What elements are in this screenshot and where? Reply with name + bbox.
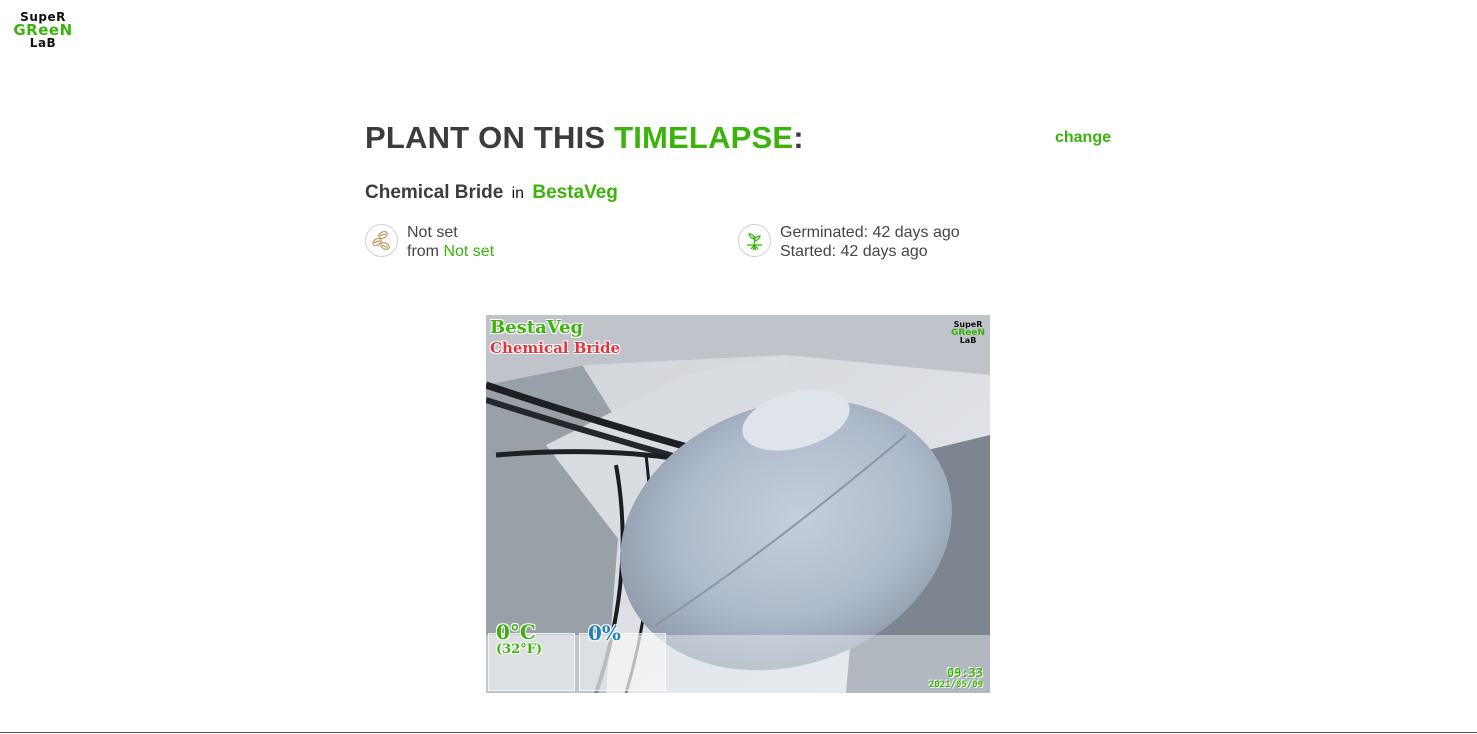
sprout-icon [738, 224, 771, 257]
timelapse-logo-line-3: LaB [959, 336, 977, 345]
title-suffix: : [793, 120, 804, 155]
timestamp-date: 2021/05/09 [928, 680, 983, 690]
timelapse-plant-name: Chemical Bride [490, 339, 621, 357]
seedbank-link[interactable]: Not set [443, 243, 494, 260]
from-label: from [407, 243, 439, 260]
germinated-text: Germinated: 42 days ago [780, 224, 960, 241]
temperature-celsius: 0°C [496, 620, 536, 644]
page-title: PLANT ON THIS TIMELAPSE: [365, 120, 804, 156]
plant-name: Chemical Bride [365, 182, 504, 203]
timestamp-time: 09:33 [946, 666, 983, 680]
title-prefix: PLANT ON THIS [365, 120, 615, 155]
bottom-divider [0, 732, 1477, 733]
timelapse-image[interactable]: BestaVeg Chemical Bride SupeR GReeN LaB … [486, 315, 990, 693]
dates-info: Germinated: 42 days ago Started: 42 days… [738, 223, 1111, 261]
info-row: Not set from Not set Germinated: 42 days… [365, 223, 1111, 261]
temperature-fahrenheit: (32°F) [496, 642, 543, 657]
dates-text: Germinated: 42 days ago Started: 42 days… [780, 223, 960, 261]
strain-text: Not set from Not set [407, 223, 494, 261]
strain-name: Not set [407, 224, 458, 241]
box-link[interactable]: BestaVeg [532, 182, 618, 203]
temperature-readout: 0°C (32°F) [496, 621, 542, 657]
in-label: in [511, 185, 525, 202]
timestamp: 09:33 2021/05/09 [928, 666, 983, 691]
title-highlight: TIMELAPSE [614, 120, 794, 155]
started-text: Started: 42 days ago [780, 243, 928, 260]
title-row: PLANT ON THIS TIMELAPSE: change [365, 118, 1111, 158]
timelapse-box-name: BestaVeg [490, 317, 584, 338]
change-link[interactable]: change [1055, 129, 1111, 147]
timelapse-logo: SupeR GReeN LaB [950, 321, 986, 345]
strain-info: Not set from Not set [365, 223, 738, 261]
humidity-readout: 0% [588, 621, 621, 645]
plant-line: Chemical Bride in BestaVeg [365, 182, 1111, 204]
seeds-icon [365, 224, 398, 257]
seedbank-line: from Not set [407, 242, 494, 261]
super-green-lab-logo[interactable]: SupeR GReeN LaB [12, 11, 74, 50]
plant-info-section: PLANT ON THIS TIMELAPSE: change Chemical… [365, 118, 1111, 261]
